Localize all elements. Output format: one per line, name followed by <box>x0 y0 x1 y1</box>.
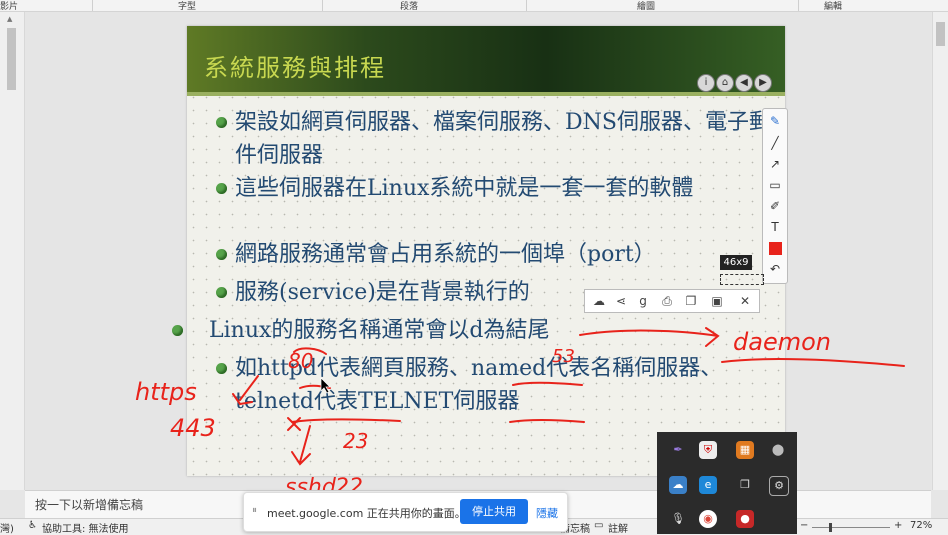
bullet-dot-icon <box>216 249 227 260</box>
notes-placeholder[interactable]: 按一下以新增備忘稿 <box>35 496 143 513</box>
pen-app-icon[interactable]: ✒ <box>669 441 687 459</box>
slide-title: 系統服務與排程 <box>204 54 386 82</box>
security-shield-icon[interactable]: ⛨ <box>699 441 717 459</box>
bullet-item: 架設如網頁伺服器、檔案伺服務、DNS伺服器、電子郵件伺服器 <box>213 106 773 172</box>
ribbon-group-drawing[interactable]: 繪圖 <box>637 0 655 12</box>
text-tool-icon[interactable]: T <box>767 219 783 235</box>
bullet-dot-icon <box>216 117 227 128</box>
rectangle-tool-icon[interactable]: ▭ <box>767 177 783 193</box>
zoom-level[interactable]: 72% <box>910 520 932 531</box>
title-divider <box>187 92 785 96</box>
zoom-slider-track[interactable] <box>812 527 890 528</box>
bullet-text: 服務(service)是在背景執行的 <box>235 280 530 305</box>
print-icon[interactable]: ⎙ <box>659 293 675 309</box>
cloud-sync-icon[interactable]: ☁ <box>669 476 687 494</box>
vertical-scrollbar[interactable] <box>932 12 948 490</box>
ribbon-group-labels: 影片 字型 段落 繪圖 編輯 <box>0 0 948 12</box>
home-icon[interactable]: ⌂ <box>716 74 734 92</box>
drag-handle-icon[interactable]: ⏸ <box>252 505 257 516</box>
share-message: meet.google.com 正在共用你的畫面。 <box>267 507 466 520</box>
accessibility-status[interactable]: 協助工具: 無法使用 <box>42 520 129 535</box>
undo-icon[interactable]: ↶ <box>767 261 783 277</box>
line-tool-icon[interactable]: ╱ <box>767 135 783 151</box>
comments-icon[interactable]: ▭ <box>594 520 603 531</box>
arrow-tool-icon[interactable]: ↗ <box>767 156 783 172</box>
recording-app-icon[interactable]: ● <box>736 510 754 528</box>
bullet-dot-icon <box>216 363 227 374</box>
screen-share-notice: ⏸ meet.google.com 正在共用你的畫面。 停止共用 隱藏 <box>243 492 568 532</box>
bullet-item: 這些伺服器在Linux系統中就是一套一套的軟體 <box>213 172 773 238</box>
zoom-out-button[interactable]: − <box>800 520 808 531</box>
color-picker-icon[interactable] <box>767 240 783 256</box>
close-icon[interactable]: ✕ <box>737 293 753 309</box>
selection-size-label: 46x9 <box>720 255 752 270</box>
ribbon-group-font[interactable]: 字型 <box>178 0 196 12</box>
bullet-text: 這些伺服器在Linux系統中就是一套一套的軟體 <box>235 176 694 201</box>
highlighter-icon[interactable]: ✐ <box>767 198 783 214</box>
google-search-icon[interactable]: g <box>635 293 651 309</box>
upload-cloud-icon[interactable]: ☁ <box>591 293 607 309</box>
accessibility-icon[interactable]: ♿ <box>28 520 37 531</box>
ribbon-group-paragraph[interactable]: 段落 <box>400 0 418 12</box>
info-icon[interactable]: i <box>697 74 715 92</box>
pen-icon[interactable]: ✎ <box>767 113 783 129</box>
pen-toolbar: ✎ ╱ ↗ ▭ ✐ T ↶ <box>762 108 788 284</box>
share-icon[interactable]: ⋖ <box>613 293 629 309</box>
bullet-item: Linux的服務名稱通常會以d為結尾 <box>172 314 773 352</box>
network-device-icon[interactable]: ⬤ <box>769 441 787 459</box>
app-tray-icon[interactable]: ▦ <box>736 441 754 459</box>
bullet-item: 如httpd代表網頁服務、named代表名稱伺服器、telnetd代表TELNE… <box>213 352 773 418</box>
window-copy-icon[interactable]: ❐ <box>736 476 754 494</box>
bullet-dot-icon <box>216 183 227 194</box>
bullet-dot-icon <box>172 325 183 336</box>
bullet-dot-icon <box>216 287 227 298</box>
capture-actions-bar: ☁ ⋖ g ⎙ ❐ ▣ ✕ <box>584 289 760 313</box>
bullet-item: 網路服務通常會占用系統的一個埠（port） <box>213 238 773 276</box>
save-icon[interactable]: ▣ <box>709 293 725 309</box>
stop-sharing-button[interactable]: 停止共用 <box>460 499 528 524</box>
ribbon-group-video[interactable]: 影片 <box>0 0 18 12</box>
slide-nav-buttons: i ⌂ ◀ ▶ <box>697 70 773 92</box>
screen-capture-icon[interactable]: ⚙ <box>769 476 789 496</box>
ribbon-group-editing[interactable]: 編輯 <box>824 0 842 12</box>
zoom-slider-thumb[interactable] <box>829 523 832 532</box>
scroll-up-icon[interactable]: ▲ <box>7 15 12 23</box>
slide-thumbnail-pane[interactable]: ▲ <box>0 12 25 490</box>
edge-browser-icon[interactable]: e <box>699 476 717 494</box>
bullet-text: Linux的服務名稱通常會以d為結尾 <box>209 318 550 343</box>
zoom-in-button[interactable]: + <box>894 520 902 531</box>
language-indicator: 灣) <box>0 524 14 535</box>
comments-toggle[interactable]: 註解 <box>608 520 628 535</box>
slide-title-banner: 系統服務與排程 i ⌂ ◀ ▶ <box>187 26 785 92</box>
bullet-text: 架設如網頁伺服器、檔案伺服務、DNS伺服器、電子郵件伺服器 <box>235 110 771 168</box>
scrollbar-thumb[interactable] <box>936 22 945 46</box>
hide-notice-button[interactable]: 隱藏 <box>536 505 558 521</box>
chrome-browser-icon[interactable]: ◉ <box>699 510 717 528</box>
system-tray-overflow: ✒ ⛨ ▦ ⬤ ☁ e ❐ ⚙ 🎙 ◉ ● <box>657 432 797 534</box>
microphone-icon[interactable]: 🎙 <box>669 510 687 528</box>
bullet-text: 網路服務通常會占用系統的一個埠（port） <box>235 242 656 267</box>
previous-icon[interactable]: ◀ <box>735 74 753 92</box>
slide-bullet-list[interactable]: 架設如網頁伺服器、檔案伺服務、DNS伺服器、電子郵件伺服器 這些伺服器在Linu… <box>172 106 773 418</box>
bullet-text: 如httpd代表網頁服務、named代表名稱伺服器、telnetd代表TELNE… <box>235 356 723 414</box>
slide[interactable]: 系統服務與排程 i ⌂ ◀ ▶ 架設如網頁伺服器、檔案伺服務、DNS伺服器、電子郵件伺… <box>172 26 785 476</box>
next-icon[interactable]: ▶ <box>754 74 772 92</box>
selection-box[interactable] <box>720 274 764 285</box>
thumbnail-scrollbar-thumb[interactable] <box>7 28 16 90</box>
copy-icon[interactable]: ❐ <box>683 293 699 309</box>
